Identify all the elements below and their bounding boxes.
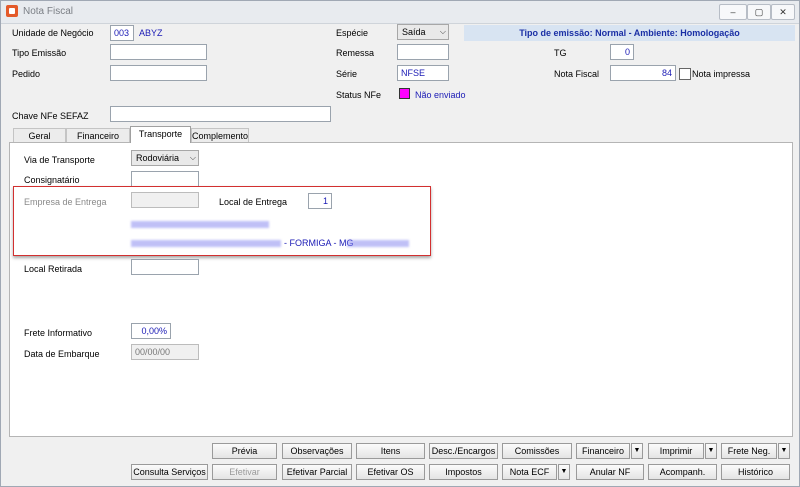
efetivar-parcial-button[interactable]: Efetivar Parcial xyxy=(282,464,352,480)
via-transporte-select[interactable]: Rodoviária ⌵ xyxy=(131,150,199,166)
nota-fiscal-field[interactable]: 84 xyxy=(610,65,676,81)
consulta-servicos-button[interactable]: Consulta Serviços xyxy=(131,464,208,480)
frete-neg-button[interactable]: Frete Neg. xyxy=(721,443,777,459)
imprimir-dropdown[interactable]: ▼ xyxy=(705,443,717,459)
nota-impressa-checkbox[interactable] xyxy=(679,68,691,80)
unidade-code-field[interactable]: 003 xyxy=(110,25,134,41)
tipo-emissao-label: Tipo Emissão xyxy=(12,48,67,58)
tab-complemento[interactable]: Complemento xyxy=(191,128,249,142)
app-icon xyxy=(6,5,18,17)
status-nfe-value: Não enviado xyxy=(415,90,466,100)
data-embarque-field[interactable]: 00/00/00 xyxy=(131,344,199,360)
especie-value: Saída xyxy=(402,27,426,37)
nota-fiscal-label: Nota Fiscal xyxy=(554,69,600,79)
maximize-button[interactable]: ▢ xyxy=(747,4,771,20)
desc-encargos-button[interactable]: Desc./Encargos xyxy=(429,443,498,459)
title-bar[interactable]: Nota Fiscal – ▢ ✕ xyxy=(1,1,799,24)
chave-nfe-field[interactable] xyxy=(110,106,331,122)
previa-button[interactable]: Prévia xyxy=(212,443,277,459)
comissoes-button[interactable]: Comissões xyxy=(502,443,572,459)
chevron-down-icon: ⌵ xyxy=(189,153,196,162)
pedido-label: Pedido xyxy=(12,69,41,79)
impostos-button[interactable]: Impostos xyxy=(429,464,498,480)
imprimir-button[interactable]: Imprimir xyxy=(648,443,704,459)
nota-fiscal-window: Nota Fiscal – ▢ ✕ Unidade de Negócio 003… xyxy=(0,0,800,487)
tg-field[interactable]: 0 xyxy=(610,44,634,60)
unidade-name: ABYZ xyxy=(139,28,163,38)
nota-impressa-label: Nota impressa xyxy=(692,69,751,79)
itens-button[interactable]: Itens xyxy=(356,443,425,459)
unidade-label: Unidade de Negócio xyxy=(12,28,94,38)
via-transporte-value: Rodoviária xyxy=(136,153,180,163)
local-retirada-field[interactable] xyxy=(131,259,199,275)
serie-field[interactable]: NFSE xyxy=(397,65,449,81)
chave-nfe-label: Chave NFe SEFAZ xyxy=(12,111,89,121)
nota-ecf-dropdown[interactable]: ▼ xyxy=(558,464,570,480)
efetivar-os-button[interactable]: Efetivar OS xyxy=(356,464,425,480)
emission-banner: Tipo de emissão: Normal - Ambiente: Homo… xyxy=(464,25,795,41)
observacoes-button[interactable]: Observações xyxy=(282,443,352,459)
close-button[interactable]: ✕ xyxy=(771,4,795,20)
tab-transporte[interactable]: Transporte xyxy=(130,126,191,143)
anular-nf-button[interactable]: Anular NF xyxy=(576,464,644,480)
data-embarque-label: Data de Embarque xyxy=(24,349,100,359)
financeiro-dropdown[interactable]: ▼ xyxy=(631,443,643,459)
local-retirada-label: Local Retirada xyxy=(24,264,83,274)
serie-label: Série xyxy=(336,69,358,79)
especie-select[interactable]: Saída ⌵ xyxy=(397,24,449,40)
acompanh-button[interactable]: Acompanh. xyxy=(648,464,717,480)
especie-label: Espécie xyxy=(336,28,369,38)
pedido-field[interactable] xyxy=(110,65,207,81)
via-transporte-label: Via de Transporte xyxy=(24,155,95,165)
remessa-label: Remessa xyxy=(336,48,375,58)
historico-button[interactable]: Histórico xyxy=(721,464,790,480)
consignatario-field[interactable] xyxy=(131,171,199,187)
remessa-field[interactable] xyxy=(397,44,449,60)
efetivar-button[interactable]: Efetivar xyxy=(212,464,277,480)
highlight-box xyxy=(13,186,431,256)
frete-informativo-label: Frete Informativo xyxy=(24,328,93,338)
consignatario-label: Consignatário xyxy=(24,175,80,185)
window-title: Nota Fiscal xyxy=(23,6,74,17)
tab-geral[interactable]: Geral xyxy=(13,128,66,142)
chevron-down-icon: ⌵ xyxy=(439,27,446,36)
tipo-emissao-field[interactable] xyxy=(110,44,207,60)
frete-neg-dropdown[interactable]: ▼ xyxy=(778,443,790,459)
frete-informativo-field[interactable]: 0,00% xyxy=(131,323,171,339)
nota-ecf-button[interactable]: Nota ECF xyxy=(502,464,557,480)
minimize-button[interactable]: – xyxy=(719,4,747,20)
status-indicator xyxy=(399,88,410,99)
tg-label: TG xyxy=(554,48,567,58)
tab-financeiro[interactable]: Financeiro xyxy=(66,128,130,142)
status-nfe-label: Status NFe xyxy=(336,90,382,100)
financeiro-button[interactable]: Financeiro xyxy=(576,443,630,459)
